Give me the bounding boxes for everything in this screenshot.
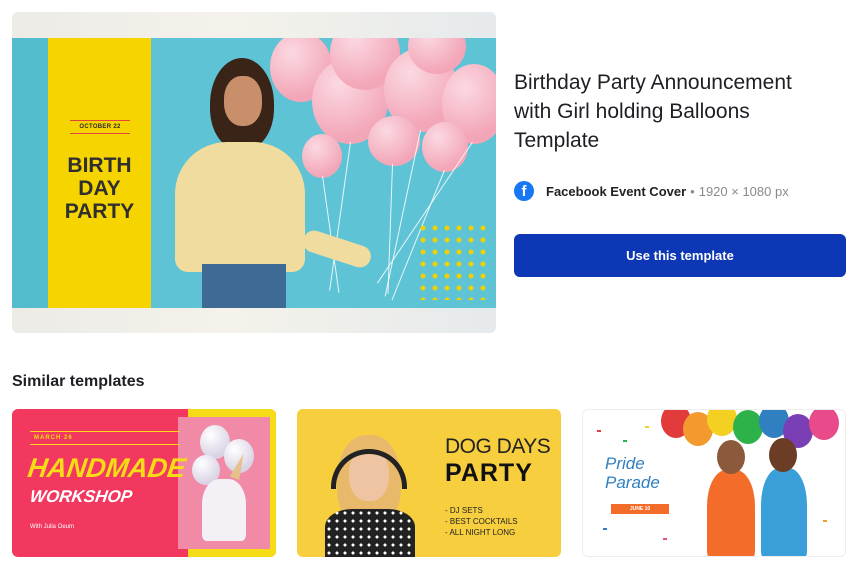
similar-template-card[interactable]: DOG DAYS PARTY - DJ SETS - BEST COCKTAIL… [297, 409, 561, 557]
art-date-tag: OCTOBER 22 [70, 120, 130, 134]
person-left [707, 470, 755, 556]
balloon [809, 410, 839, 440]
art-teal-strip [12, 38, 48, 308]
format-info: f Facebook Event Cover • 1920 × 1080 px [514, 180, 789, 202]
confetti [623, 440, 627, 442]
thumb-list: - DJ SETS - BEST COCKTAILS - ALL NIGHT L… [445, 506, 518, 537]
person-left-head [717, 440, 745, 474]
confetti [603, 528, 607, 530]
confetti [823, 520, 827, 522]
person-right [761, 468, 807, 556]
balloon [733, 410, 763, 444]
similar-template-card[interactable]: Pride Parade JUNE 10 [582, 409, 846, 557]
thumb-title: HANDMADE [25, 453, 188, 483]
confetti [597, 430, 601, 432]
preview-artwork: OCTOBER 22 BIRTH DAY PARTY [12, 38, 496, 308]
unicorn-figure [202, 479, 246, 541]
format-name: Facebook Event Cover [546, 183, 687, 199]
thumb-banner: JUNE 10 [611, 504, 669, 514]
girl-face [224, 76, 262, 126]
divider-line [30, 444, 180, 445]
facebook-icon: f [514, 181, 534, 201]
woman-dress [325, 509, 415, 557]
thumb-credit: With Julia Oeum [30, 524, 75, 530]
use-template-button[interactable]: Use this template [514, 234, 846, 277]
balloon [302, 134, 342, 178]
balloon [422, 122, 468, 172]
thumb-subtitle: WORKSHOP [28, 487, 134, 506]
art-title: BIRTH DAY PARTY [64, 154, 135, 223]
thumb-title-line2: PARTY [445, 459, 533, 487]
divider-line [30, 431, 180, 432]
format-size: 1920 × 1080 px [698, 183, 789, 199]
template-title: Birthday Party Announcement with Girl ho… [514, 71, 792, 152]
thumb-date: MARCH 26 [34, 435, 73, 441]
confetti [645, 426, 649, 428]
balloon [368, 116, 420, 166]
meta-separator: • [690, 183, 695, 199]
art-yellow-panel: OCTOBER 22 BIRTH DAY PARTY [48, 38, 151, 308]
dot-pattern [417, 222, 489, 300]
person-right-head [769, 438, 797, 472]
thumb-title: Pride Parade [605, 454, 660, 492]
template-preview: OCTOBER 22 BIRTH DAY PARTY [12, 12, 496, 333]
confetti [663, 538, 667, 540]
girl-sweater [175, 142, 305, 272]
similar-templates-heading: Similar templates [12, 373, 145, 390]
girl-jeans [202, 264, 286, 308]
similar-template-card[interactable]: MARCH 26 HANDMADE WORKSHOP With Julia Oe… [12, 409, 276, 557]
thumb-title: DOG DAYS [445, 435, 551, 458]
